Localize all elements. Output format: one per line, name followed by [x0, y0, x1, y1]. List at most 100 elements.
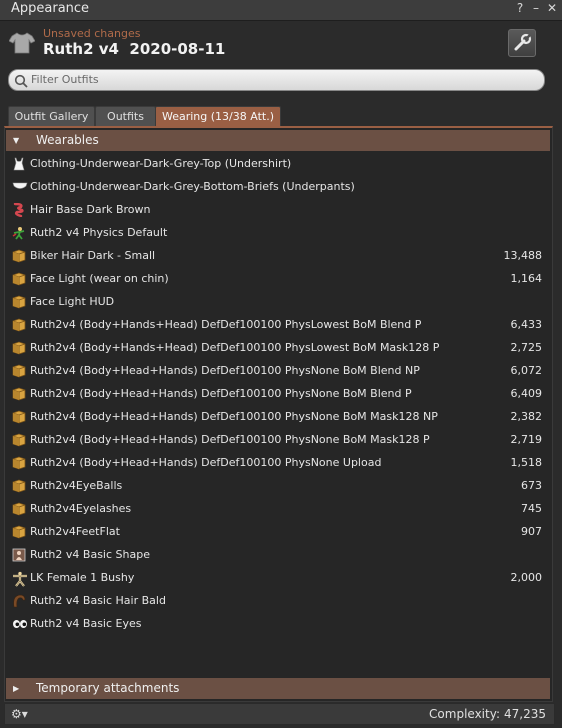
object-box-icon [12, 364, 26, 378]
item-complexity: 2,382 [510, 410, 543, 423]
complexity-label: Complexity: [429, 707, 500, 721]
item-name: Ruth2v4FeetFlat [30, 525, 120, 538]
list-item[interactable]: Ruth2v4 (Body+Head+Hands) DefDef100100 P… [6, 406, 551, 429]
object-box-icon [12, 272, 26, 286]
item-name: Ruth2 v4 Basic Hair Bald [30, 594, 166, 607]
item-complexity: 1,518 [510, 456, 543, 469]
undershirt-icon [12, 157, 26, 171]
list-item[interactable]: Ruth2v4EyeBalls 673 [6, 475, 551, 498]
bottom-bar: ⚙▾ Complexity: 47,235 [4, 703, 555, 725]
list-item[interactable]: LK Female 1 Bushy 2,000 [6, 567, 551, 590]
item-name: Clothing-Underwear-Dark-Grey-Top (Unders… [30, 157, 292, 170]
collapsed-arrow-icon: ▶ [13, 684, 20, 693]
tab-outfit-gallery[interactable]: Outfit Gallery [8, 106, 95, 127]
complexity-readout: Complexity: 47,235 [429, 707, 546, 721]
object-box-icon [12, 387, 26, 401]
expanded-arrow-icon: ▼ [13, 136, 20, 145]
list-item[interactable]: Hair Base Dark Brown [6, 199, 551, 222]
wrench-icon [509, 33, 535, 60]
shape-icon [12, 548, 26, 562]
skin-figure-icon [12, 571, 27, 587]
item-name: Clothing-Underwear-Dark-Grey-Bottom-Brie… [30, 180, 355, 193]
list-item[interactable]: Ruth2 v4 Basic Hair Bald [6, 590, 551, 613]
unsaved-changes-label: Unsaved changes [43, 27, 141, 40]
item-name: Face Light HUD [30, 295, 115, 308]
help-button[interactable]: ? [513, 1, 527, 15]
item-name: Ruth2v4 (Body+Head+Hands) DefDef100100 P… [30, 456, 382, 469]
object-box-icon [12, 295, 26, 309]
list-item[interactable]: Clothing-Underwear-Dark-Grey-Bottom-Brie… [6, 176, 551, 199]
item-name: Face Light (wear on chin) [30, 272, 169, 285]
item-name: Ruth2v4 (Body+Hands+Head) DefDef100100 P… [30, 341, 440, 354]
temporary-attachments-section-header[interactable]: ▶ Temporary attachments [6, 678, 550, 699]
filter-outfits-input[interactable] [31, 71, 531, 88]
item-name: Biker Hair Dark - Small [30, 249, 156, 262]
wearables-section-label: Wearables [36, 133, 99, 147]
item-complexity: 2,725 [510, 341, 543, 354]
item-name: Ruth2 v4 Physics Default [30, 226, 168, 239]
title-bar: Appearance ? – ✕ [0, 0, 562, 21]
filter-outfits-field[interactable] [8, 69, 545, 91]
wearing-panel: ▼ Wearables Clothing-Underwear-Dark-Grey… [4, 126, 553, 702]
item-complexity: 13,488 [503, 249, 543, 262]
list-item[interactable]: Ruth2v4 (Body+Hands+Head) DefDef100100 P… [6, 314, 551, 337]
object-box-icon [12, 479, 26, 493]
item-name: Ruth2v4 (Body+Head+Hands) DefDef100100 P… [30, 387, 412, 400]
list-item[interactable]: Ruth2v4 (Body+Head+Hands) DefDef100100 P… [6, 429, 551, 452]
list-item[interactable]: Ruth2 v4 Basic Shape [6, 544, 551, 567]
list-item[interactable]: Ruth2v4FeetFlat 907 [6, 521, 551, 544]
list-item[interactable]: Ruth2v4Eyelashes 745 [6, 498, 551, 521]
item-complexity: 6,409 [510, 387, 543, 400]
object-box-icon [12, 456, 26, 470]
item-name: Ruth2 v4 Basic Eyes [30, 617, 142, 630]
item-name: Ruth2 v4 Basic Shape [30, 548, 150, 561]
object-box-icon [12, 433, 26, 447]
list-item[interactable]: Biker Hair Dark - Small 13,488 [6, 245, 551, 268]
list-item[interactable]: Ruth2v4 (Body+Head+Hands) DefDef100100 P… [6, 383, 551, 406]
underpants-icon [12, 180, 28, 194]
eyes-icon [12, 617, 27, 631]
object-box-icon [12, 341, 26, 355]
list-item[interactable]: Ruth2v4 (Body+Hands+Head) DefDef100100 P… [6, 337, 551, 360]
tab-outfits[interactable]: Outfits [95, 106, 156, 127]
item-name: Ruth2v4 (Body+Head+Hands) DefDef100100 P… [30, 433, 430, 446]
gear-menu-button[interactable]: ⚙▾ [11, 707, 28, 721]
tab-wearing[interactable]: Wearing (13/38 Att.) [155, 106, 281, 127]
outfit-settings-button[interactable] [508, 29, 536, 57]
list-item[interactable]: Ruth2 v4 Basic Eyes [6, 613, 551, 636]
list-item[interactable]: Clothing-Underwear-Dark-Grey-Top (Unders… [6, 153, 551, 176]
item-complexity: 6,433 [510, 318, 543, 331]
list-item[interactable]: Face Light HUD [6, 291, 551, 314]
object-box-icon [12, 502, 26, 516]
item-name: Ruth2v4 (Body+Hands+Head) DefDef100100 P… [30, 318, 422, 331]
item-name: Ruth2v4 (Body+Head+Hands) DefDef100100 P… [30, 410, 438, 423]
item-name: LK Female 1 Bushy [30, 571, 135, 584]
item-complexity: 6,072 [510, 364, 543, 377]
item-name: Ruth2v4Eyelashes [30, 502, 132, 515]
item-complexity: 2,000 [510, 571, 543, 584]
temporary-attachments-label: Temporary attachments [36, 681, 180, 695]
window-title: Appearance [11, 1, 90, 16]
list-item[interactable]: Ruth2v4 (Body+Head+Hands) DefDef100100 P… [6, 452, 551, 475]
item-complexity: 907 [521, 525, 542, 538]
list-item[interactable]: Ruth2v4 (Body+Head+Hands) DefDef100100 P… [6, 360, 551, 383]
search-icon [14, 73, 28, 92]
item-name: Ruth2v4 (Body+Head+Hands) DefDef100100 P… [30, 364, 420, 377]
hair-bald-icon [12, 594, 26, 608]
minimize-button[interactable]: – [529, 1, 543, 15]
close-button[interactable]: ✕ [545, 1, 559, 15]
object-box-icon [12, 249, 26, 263]
item-name: Ruth2v4EyeBalls [30, 479, 123, 492]
physics-icon [12, 226, 26, 240]
wearables-section-header[interactable]: ▼ Wearables [6, 130, 550, 151]
shirt-icon [8, 32, 36, 58]
object-box-icon [12, 410, 26, 424]
item-name: Hair Base Dark Brown [30, 203, 151, 216]
object-box-icon [12, 318, 26, 332]
list-item[interactable]: Ruth2 v4 Physics Default [6, 222, 551, 245]
list-item[interactable]: Face Light (wear on chin) 1,164 [6, 268, 551, 291]
complexity-value: 47,235 [504, 707, 546, 721]
item-complexity: 2,719 [510, 433, 543, 446]
item-complexity: 1,164 [510, 272, 543, 285]
outfit-header: Unsaved changes Ruth2 v4 2020-08-11 [0, 21, 562, 67]
